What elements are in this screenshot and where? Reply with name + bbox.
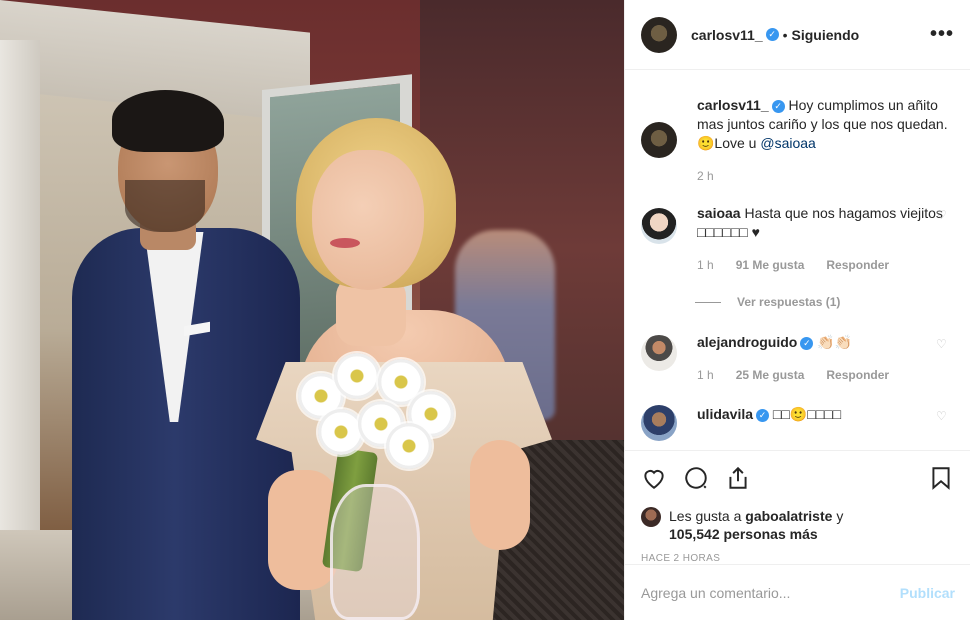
commenter-avatar[interactable] <box>641 208 677 244</box>
verified-badge-icon: ✓ <box>800 337 814 350</box>
comment-body: saioaa Hasta que nos hagamos viejitos □□… <box>697 204 954 275</box>
likes-prefix: Les gusta a <box>669 508 742 524</box>
reply-button[interactable]: Responder <box>826 256 889 275</box>
commenter-avatar[interactable] <box>641 335 677 371</box>
likes-count[interactable]: 105,542 personas más <box>669 526 818 542</box>
author-username[interactable]: carlosv11_ <box>691 27 763 43</box>
bookmark-icon[interactable] <box>928 465 954 491</box>
comment-text: 👏🏻👏🏻 <box>817 334 853 350</box>
post-header: carlosv11_ ✓ • Siguiendo ••• <box>625 0 970 70</box>
post-actions: Les gusta a gaboalatriste y 105,542 pers… <box>625 450 970 564</box>
post-photo[interactable] <box>0 0 624 620</box>
following-button[interactable]: Siguiendo <box>792 27 860 43</box>
woman-lips <box>330 238 360 248</box>
verified-badge-icon: ✓ <box>765 28 779 41</box>
comment-item: saioaa Hasta que nos hagamos viejitos □□… <box>641 204 954 275</box>
comment-like-heart-icon[interactable]: ♡ <box>936 409 948 423</box>
comment-username[interactable]: alejandroguido <box>697 334 797 350</box>
comment-meta: 1 h 91 Me gusta Responder <box>697 256 954 275</box>
woman-face <box>312 150 424 290</box>
daisy <box>386 423 432 469</box>
verified-badge-icon: ✓ <box>756 409 770 422</box>
caption-username[interactable]: carlosv11_ <box>697 97 769 113</box>
comment-body: alejandroguido ✓ 👏🏻👏🏻 1 h 25 Me gusta Res… <box>697 333 954 385</box>
caption-meta: 2 h <box>697 167 954 186</box>
header-separator: • <box>782 26 788 43</box>
caption: carlosv11_ ✓ Hoy cumplimos un añito mas j… <box>641 96 954 186</box>
comment-icon[interactable] <box>683 465 709 491</box>
share-icon[interactable] <box>725 465 751 491</box>
likes-joiner: y <box>836 508 844 524</box>
liker-username[interactable]: gaboalatriste <box>745 508 832 524</box>
comment-like-heart-icon[interactable]: ♡ <box>936 337 948 351</box>
comment-username[interactable]: saioaa <box>697 205 741 221</box>
post-side-panel: carlosv11_ ✓ • Siguiendo ••• carlosv11_ ✓… <box>624 0 970 620</box>
heart-icon[interactable] <box>641 465 667 491</box>
view-replies-label: Ver respuestas (1) <box>737 295 841 309</box>
comment-likes[interactable]: 91 Me gusta <box>736 256 805 275</box>
daisy <box>334 353 380 399</box>
man-beard <box>125 180 205 232</box>
publish-button[interactable]: Publicar <box>900 585 955 601</box>
author-avatar[interactable] <box>641 16 677 53</box>
action-icons <box>641 463 954 493</box>
commenter-avatar[interactable] <box>641 405 677 441</box>
add-comment-input[interactable] <box>641 584 900 601</box>
verified-badge-icon: ✓ <box>771 100 785 113</box>
add-comment-bar: Publicar <box>625 564 970 620</box>
comment-likes[interactable]: 25 Me gusta <box>736 366 805 385</box>
daisy <box>318 409 364 455</box>
comment-text: □□🙂□□□□ <box>772 406 842 422</box>
likes-summary: Les gusta a gaboalatriste y 105,542 pers… <box>641 507 954 543</box>
caption-mention-link[interactable]: @saioaa <box>760 135 815 151</box>
comment-time[interactable]: 1 h <box>697 256 714 275</box>
author-avatar[interactable] <box>641 122 677 158</box>
daisy-bouquet <box>290 345 455 475</box>
instagram-post: carlosv11_ ✓ • Siguiendo ••• carlosv11_ ✓… <box>0 0 970 620</box>
comment-item: ulidavila ✓ □□🙂□□□□ ♡ <box>641 405 954 441</box>
comment-time[interactable]: 1 h <box>697 366 714 385</box>
comment-body: ulidavila ✓ □□🙂□□□□ <box>697 405 954 441</box>
more-options-icon[interactable]: ••• <box>930 23 954 46</box>
liker-avatar[interactable] <box>641 507 661 527</box>
view-replies-button[interactable]: Ver respuestas (1) <box>695 295 954 309</box>
comment-username[interactable]: ulidavila <box>697 406 753 422</box>
reply-button[interactable]: Responder <box>826 366 889 385</box>
background-door-frame <box>0 40 40 560</box>
likes-text: Les gusta a gaboalatriste y 105,542 pers… <box>669 507 843 543</box>
comment-meta: 1 h 25 Me gusta Responder <box>697 366 954 385</box>
comment-like-heart-icon[interactable]: ♡ <box>936 208 948 222</box>
bouquet-ribbon <box>330 484 420 620</box>
woman-arm <box>470 440 530 550</box>
man-hair <box>112 90 224 152</box>
comments-list[interactable]: carlosv11_ ✓ Hoy cumplimos un añito mas j… <box>625 70 970 450</box>
replies-divider <box>695 301 721 303</box>
caption-body: carlosv11_ ✓ Hoy cumplimos un añito mas j… <box>697 96 954 186</box>
comment-item: alejandroguido ✓ 👏🏻👏🏻 1 h 25 Me gusta Res… <box>641 333 954 385</box>
post-timestamp[interactable]: HACE 2 HORAS <box>641 553 954 564</box>
caption-time[interactable]: 2 h <box>697 167 714 186</box>
